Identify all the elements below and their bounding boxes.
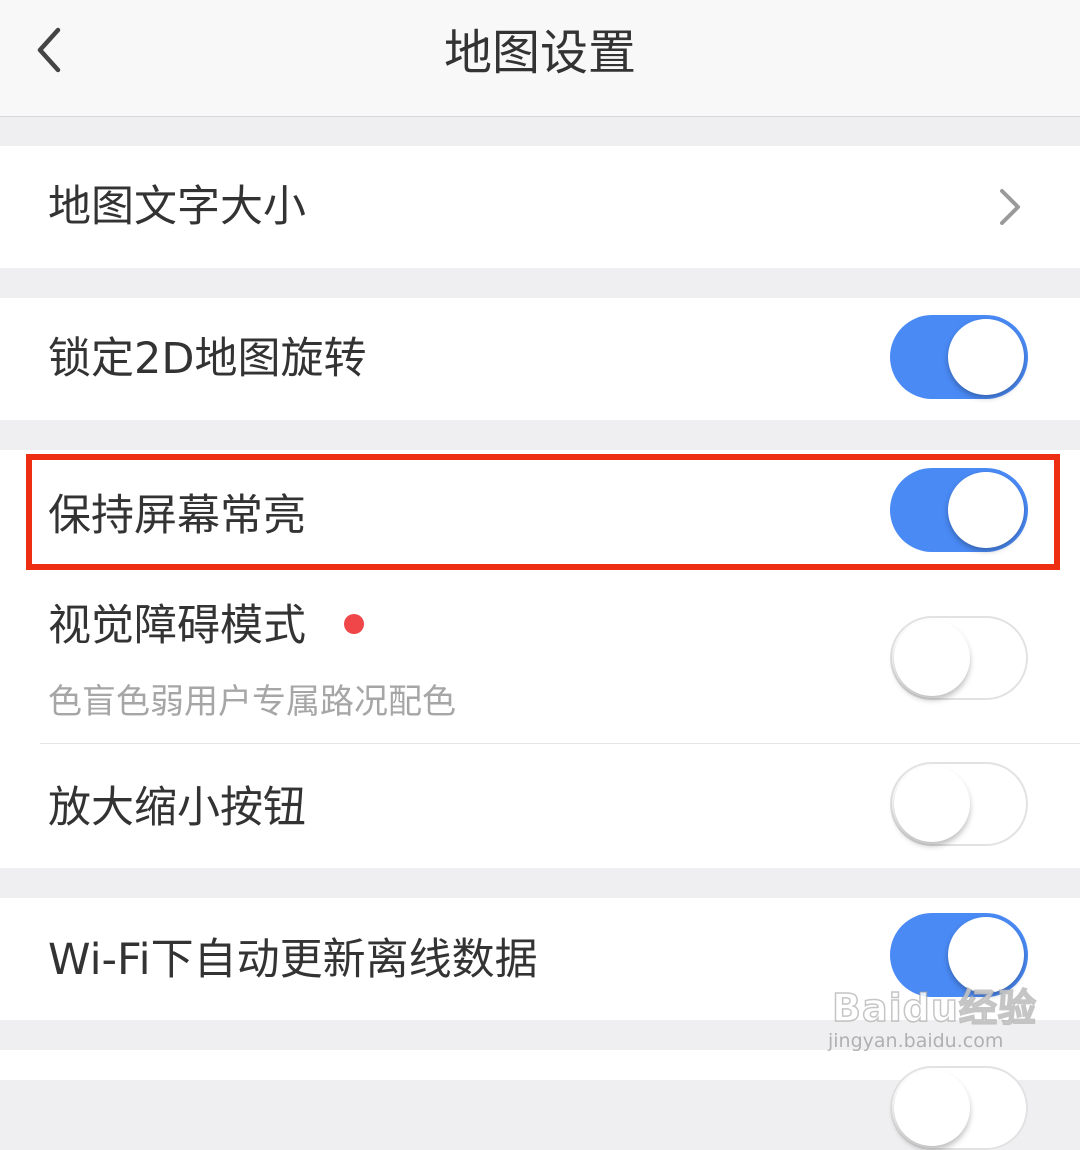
new-badge-dot [344, 614, 364, 634]
zoom-buttons-toggle[interactable] [890, 762, 1028, 846]
setting-row-partial [0, 1050, 1080, 1150]
setting-subtitle-visual-impairment-mode: 色盲色弱用户专属路况配色 [48, 682, 456, 722]
watermark-url: jingyan.baidu.com [828, 1030, 1004, 1052]
chevron-right-icon [1000, 189, 1020, 225]
nav-bar: 地图设置 [0, 0, 1080, 117]
page-title: 地图设置 [443, 25, 636, 81]
setting-row-lock-2d-rotation: 锁定2D地图旋转 [0, 298, 1080, 420]
wifi-auto-update-toggle[interactable] [890, 913, 1028, 997]
toggle-knob [948, 917, 1024, 993]
setting-label-wifi-auto-update: Wi-Fi下自动更新离线数据 [48, 935, 538, 985]
setting-row-visual-impairment-mode: 视觉障碍模式 色盲色弱用户专属路况配色 [0, 574, 1080, 742]
setting-label-zoom-buttons: 放大缩小按钮 [48, 783, 306, 833]
setting-label-lock-2d-rotation: 锁定2D地图旋转 [48, 334, 367, 384]
toggle-knob [948, 472, 1024, 548]
setting-label-visual-impairment-mode: 视觉障碍模式 [48, 601, 306, 651]
partial-toggle[interactable] [890, 1066, 1028, 1150]
toggle-knob [894, 766, 970, 842]
lock-2d-rotation-toggle[interactable] [890, 315, 1028, 399]
setting-row-zoom-buttons: 放大缩小按钮 [0, 744, 1080, 868]
toggle-knob [894, 620, 970, 696]
toggle-knob [894, 1070, 970, 1146]
setting-label-map-text-size: 地图文字大小 [48, 182, 306, 232]
setting-row-keep-screen-on: 保持屏幕常亮 [0, 450, 1080, 572]
keep-screen-on-toggle[interactable] [890, 468, 1028, 552]
setting-row-wifi-auto-update: Wi-Fi下自动更新离线数据 [0, 898, 1080, 1020]
toggle-knob [948, 319, 1024, 395]
visual-impairment-mode-toggle[interactable] [890, 616, 1028, 700]
setting-label-keep-screen-on: 保持屏幕常亮 [48, 491, 306, 541]
setting-row-map-text-size[interactable]: 地图文字大小 [0, 146, 1080, 268]
